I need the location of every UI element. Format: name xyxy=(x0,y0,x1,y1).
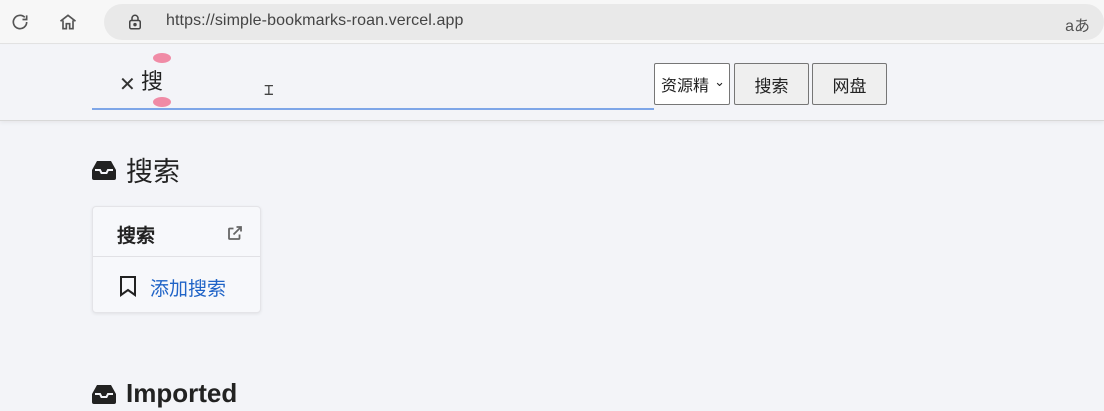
search-input-value: 搜 xyxy=(141,70,164,95)
add-bookmark-row[interactable]: 添加搜索 xyxy=(93,258,260,313)
read-aloud-button[interactable]: aあ xyxy=(1065,12,1090,36)
refresh-button[interactable] xyxy=(7,9,33,35)
ime-marker-top xyxy=(153,53,171,63)
section-title-search: 搜索 xyxy=(92,150,180,189)
lock-icon xyxy=(129,14,141,30)
text-cursor-icon: ⌶ xyxy=(264,80,274,99)
home-button[interactable] xyxy=(55,9,81,35)
clear-icon[interactable]: ✕ xyxy=(119,74,136,94)
ime-marker-bottom xyxy=(153,97,171,107)
disk-button[interactable]: 网盘 xyxy=(812,63,887,105)
engine-select-value: 资源精 xyxy=(661,76,710,95)
external-link-icon[interactable] xyxy=(226,224,244,242)
inbox-icon xyxy=(92,384,116,404)
engine-select[interactable]: 资源精 ⌄ xyxy=(654,63,730,105)
search-header: ✕ 搜 ⌶ 资源精 ⌄ 搜索 网盘 xyxy=(0,45,1104,121)
chevron-down-icon: ⌄ xyxy=(712,75,725,90)
inbox-icon xyxy=(92,160,116,180)
url-text: https://simple-bookmarks-roan.vercel.app xyxy=(166,12,464,29)
search-button[interactable]: 搜索 xyxy=(734,63,809,105)
address-bar[interactable]: https://simple-bookmarks-roan.vercel.app… xyxy=(104,4,1104,40)
section-title-text: Imported xyxy=(126,378,238,408)
refresh-icon xyxy=(12,14,28,30)
card-header: 搜索 xyxy=(93,207,260,257)
home-icon xyxy=(59,14,77,30)
section-title-imported: Imported xyxy=(92,378,237,409)
bookmark-icon xyxy=(120,276,136,297)
add-search-link[interactable]: 添加搜索 xyxy=(150,274,226,301)
browser-toolbar: https://simple-bookmarks-roan.vercel.app… xyxy=(0,0,1104,44)
search-input[interactable]: ✕ 搜 ⌶ xyxy=(92,53,654,110)
card-title: 搜索 xyxy=(117,225,156,247)
section-title-text: 搜索 xyxy=(126,157,180,188)
bookmark-card: 搜索 添加搜索 xyxy=(92,206,261,313)
